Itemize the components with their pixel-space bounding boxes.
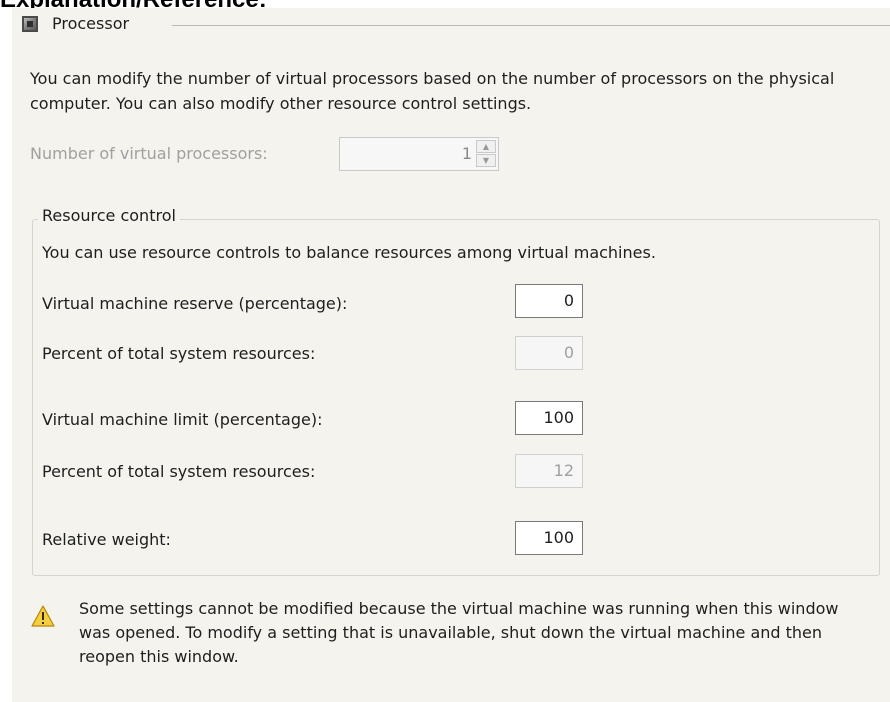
reserve-label: Virtual machine reserve (percentage): (42, 294, 348, 313)
weight-input[interactable]: 100 (515, 521, 583, 555)
weight-label: Relative weight: (42, 530, 171, 549)
intro-text: You can modify the number of virtual pro… (30, 69, 835, 113)
reserve-input[interactable]: 0 (515, 284, 583, 318)
limit-input[interactable]: 100 (515, 401, 583, 435)
spin-buttons: ▲ ▼ (476, 140, 496, 168)
section-divider (172, 25, 890, 26)
limit-percent-label: Percent of total system resources: (42, 462, 316, 481)
processor-icon (22, 15, 38, 32)
spin-down-icon[interactable]: ▼ (476, 154, 496, 167)
resource-control-legend: Resource control (38, 206, 180, 225)
virtual-processors-label: Number of virtual processors: (30, 144, 268, 163)
section-header: Processor (22, 14, 129, 33)
warning-text: Some settings cannot be modified because… (79, 599, 839, 666)
warning-icon (31, 605, 55, 627)
limit-percent-field: 12 (515, 454, 583, 488)
reserve-percent-field: 0 (515, 336, 583, 370)
reserve-percent-label: Percent of total system resources: (42, 344, 316, 363)
resource-control-intro: You can use resource controls to balance… (42, 243, 656, 262)
limit-label: Virtual machine limit (percentage): (42, 410, 323, 429)
resource-control-group (32, 219, 880, 576)
spin-up-icon[interactable]: ▲ (476, 140, 496, 153)
section-title: Processor (52, 14, 130, 33)
virtual-processors-value: 1 (461, 144, 472, 163)
virtual-processors-spinbox[interactable]: 1 ▲ ▼ (339, 137, 499, 171)
